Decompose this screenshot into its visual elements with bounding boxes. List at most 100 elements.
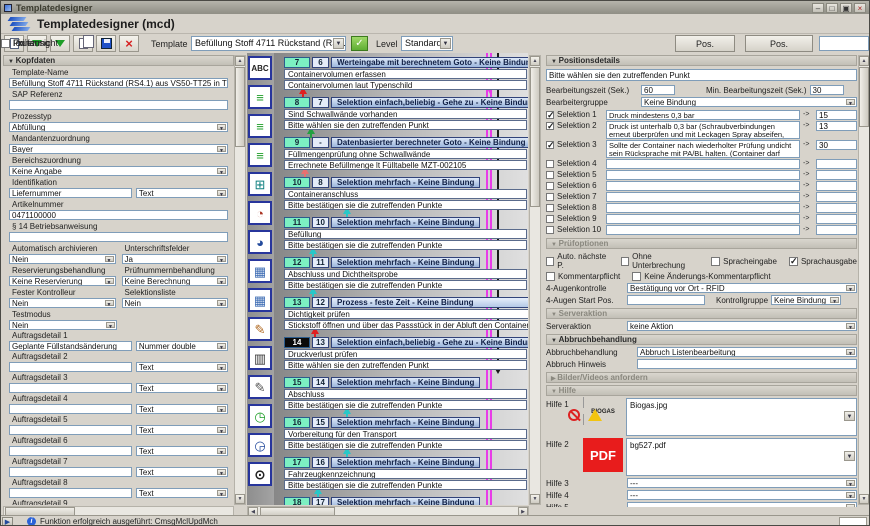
testmodus-combo[interactable]: Nein▼ <box>9 320 117 330</box>
layout-icon[interactable]: ▣ <box>840 3 852 13</box>
process-flow-canvas[interactable]: 7 6 Werteingabe mit berechnetem Goto - K… <box>274 53 528 505</box>
auftragsdetail-input[interactable] <box>9 488 132 498</box>
minimize-icon[interactable]: – <box>812 3 824 13</box>
selektion-checkbox[interactable] <box>546 111 554 119</box>
augenkontrolle-combo[interactable]: Bestätigung vor Ort - RFID▼ <box>627 283 857 293</box>
step-number-badge[interactable]: 13 <box>284 297 310 308</box>
positionsdetails-scrollbar[interactable]: ▲ ▼ <box>858 55 870 505</box>
pruef-option[interactable]: Spracheingabe <box>711 257 777 266</box>
selektion-goto-input[interactable] <box>816 181 857 191</box>
auftragsdetail-input[interactable] <box>9 383 132 393</box>
scrollbar-thumb[interactable] <box>859 67 869 127</box>
chevron-down-icon[interactable]: ▼ <box>217 256 226 262</box>
selektion-checkbox[interactable] <box>546 122 554 130</box>
chevron-down-icon[interactable]: ▼ <box>217 190 226 196</box>
chevron-down-icon[interactable]: ▼ <box>846 492 855 498</box>
flow-step[interactable]: 9 - Datenbasierter berechneter Goto - Ke… <box>274 133 528 173</box>
close-icon[interactable]: × <box>854 3 866 13</box>
scroll-up-icon[interactable]: ▲ <box>235 56 245 66</box>
pair-combo-right[interactable]: Ja▼ <box>122 254 229 264</box>
chevron-down-icon[interactable]: ▼ <box>105 278 114 284</box>
save-button[interactable] <box>96 35 116 52</box>
bilder-header[interactable]: Bilder/Videos anfordern <box>546 372 857 383</box>
palette-tool-button[interactable]: ◔ <box>248 201 272 225</box>
flow-step[interactable]: 11 10 Selektion mehrfach - Keine Bindung… <box>274 213 528 253</box>
min-bearbeitungszeit-input[interactable]: 30 <box>810 85 844 95</box>
step-number-badge[interactable]: 17 <box>284 457 310 468</box>
chevron-down-icon[interactable]: ▼ <box>830 297 839 303</box>
delete-button[interactable]: × <box>119 35 139 52</box>
pos-move-button[interactable]: Pos. verschieben: <box>745 35 813 52</box>
hilfe-combo[interactable]: ---▼ <box>627 478 857 488</box>
pos-move-input[interactable] <box>819 36 869 51</box>
title-bar[interactable]: Templatedesigner – □ ▣ × <box>1 1 869 14</box>
palette-tool-button[interactable]: ◶ <box>248 433 272 457</box>
palette-tool-button[interactable]: ▥ <box>248 346 272 370</box>
checkbox-icon[interactable] <box>546 257 554 266</box>
step-title-bar[interactable]: Selektion mehrfach - Keine Bindung <box>331 417 480 428</box>
step-number-badge[interactable]: 16 <box>284 417 310 428</box>
abbruch-combo[interactable]: Abbruch Listenbearbeitung▼ <box>637 347 857 357</box>
selektion-text-input[interactable] <box>606 159 800 169</box>
palette-tool-button[interactable]: ▦ <box>248 259 272 283</box>
chevron-down-icon[interactable]: ▼ <box>333 38 344 49</box>
step-number-badge[interactable]: 10 <box>284 177 310 188</box>
pair-combo-right[interactable]: Nein▼ <box>122 298 229 308</box>
step-number-badge[interactable]: 9 <box>284 137 310 148</box>
mandanten-combo[interactable]: Bayer▼ <box>9 144 228 154</box>
scroll-up-icon[interactable]: ▲ <box>859 56 869 66</box>
identifikation-type-combo[interactable]: Text▼ <box>136 188 228 198</box>
scrollbar-thumb[interactable] <box>530 67 540 207</box>
palette-tool-button[interactable]: ✎ <box>248 317 272 341</box>
selektion-checkbox[interactable] <box>546 193 554 201</box>
flow-step[interactable]: 7 6 Werteingabe mit berechnetem Goto - K… <box>274 53 528 93</box>
step-number-badge[interactable]: 14 <box>284 337 310 348</box>
step-number-badge[interactable]: 12 <box>284 257 310 268</box>
pair-combo-left[interactable]: Nein▼ <box>9 298 116 308</box>
step-title-bar[interactable]: Werteingabe mit berechnetem Goto - Keine… <box>331 57 528 68</box>
step-title-bar[interactable]: Selektion mehrfach - Keine Bindung <box>331 217 480 228</box>
chevron-down-icon[interactable]: ▼ <box>217 300 226 306</box>
step-number-badge[interactable]: 18 <box>284 497 310 505</box>
selektion-goto-input[interactable] <box>816 225 857 235</box>
chevron-down-icon[interactable]: ▼ <box>105 300 114 306</box>
scroll-down-icon[interactable]: ▼ <box>235 494 245 504</box>
palette-tool-button[interactable]: ▦ <box>248 288 272 312</box>
flow-step[interactable]: 14 13 Selektion einfach,beliebig - Gehe … <box>274 333 528 373</box>
serveraktion-combo[interactable]: keine Aktion▼ <box>627 321 857 331</box>
step-title-bar[interactable]: Selektion mehrfach - Keine Bindung <box>331 457 480 468</box>
checkbox-icon[interactable] <box>1 39 10 48</box>
positionsdetails-header[interactable]: Positionsdetails <box>546 55 857 66</box>
flow-scrollbar[interactable]: ▲ ▼ <box>529 55 541 505</box>
artikelnummer-input[interactable]: 0471100000 <box>9 210 228 220</box>
pruef-option[interactable]: Keine Änderungs-Kommentarpflicht <box>632 272 770 281</box>
chevron-down-icon[interactable]: ▼ <box>217 385 226 391</box>
restore-icon[interactable]: □ <box>826 3 838 13</box>
checkbox-icon[interactable] <box>632 272 641 281</box>
pruef-option[interactable]: Ohne Unterbrechung <box>621 252 699 270</box>
hilfe-header[interactable]: Hilfe <box>546 385 857 396</box>
palette-tool-button[interactable]: ✎ <box>248 375 272 399</box>
selektion-checkbox[interactable] <box>546 171 554 179</box>
bearbeitungszeit-input[interactable]: 60 <box>641 85 675 95</box>
selektion-goto-input[interactable]: 15 <box>816 110 857 120</box>
step-title-bar[interactable]: Selektion einfach,beliebig - Gehe zu - K… <box>331 337 528 348</box>
selektion-text-input[interactable] <box>606 181 800 191</box>
flow-step[interactable]: 15 14 Selektion mehrfach - Keine Bindung… <box>274 373 528 413</box>
checkbox-icon[interactable] <box>711 257 720 266</box>
palette-tool-button[interactable]: ≡ <box>248 85 272 109</box>
hilfe1-field[interactable]: Biogas.jpg▼ <box>626 398 857 436</box>
flow-step[interactable]: 8 7 Selektion einfach,beliebig - Gehe zu… <box>274 93 528 133</box>
hilfe2-field[interactable]: bg527.pdf▼ <box>626 438 857 476</box>
bereich-combo[interactable]: Keine Angabe▼ <box>9 166 228 176</box>
auftragsdetail-type-combo[interactable]: Nummer double▼ <box>136 341 228 351</box>
pair-combo-left[interactable]: Nein▼ <box>9 254 116 264</box>
step-title-bar[interactable]: Selektion mehrfach - Keine Bindung <box>331 177 480 188</box>
step-title-bar[interactable]: Selektion einfach,beliebig - Gehe zu - K… <box>331 97 528 108</box>
chevron-down-icon[interactable]: ▼ <box>217 124 226 130</box>
palette-tool-button[interactable]: ◷ <box>248 404 272 428</box>
palette-tool-button[interactable]: ABC <box>248 56 272 80</box>
selektion-checkbox[interactable] <box>546 226 554 234</box>
auftragsdetail-type-combo[interactable]: Text▼ <box>136 362 228 372</box>
auftragsdetail-input[interactable] <box>9 467 132 477</box>
